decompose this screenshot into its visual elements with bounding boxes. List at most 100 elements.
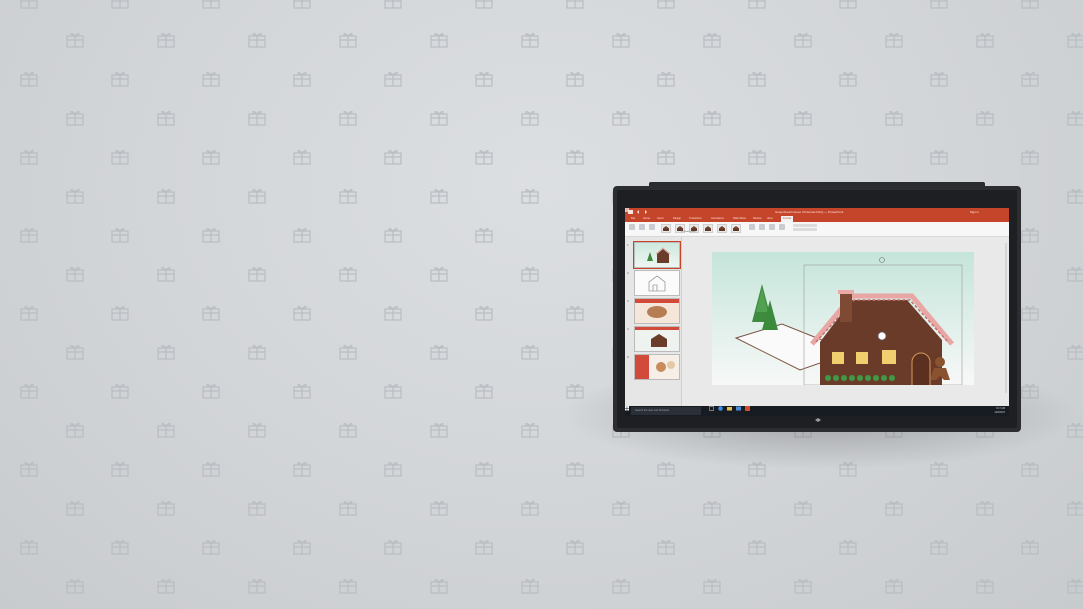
gift-icon (703, 500, 721, 516)
model-view-thumbnail[interactable] (703, 224, 713, 233)
gift-icon (339, 188, 357, 204)
ribbon-button[interactable] (639, 224, 645, 230)
ribbon-button[interactable] (629, 224, 635, 230)
gift-icon (430, 422, 448, 438)
gift-icon (794, 110, 812, 126)
gift-icon (566, 71, 584, 87)
gift-icon (339, 578, 357, 594)
gift-icon (111, 149, 129, 165)
store-icon[interactable] (736, 406, 741, 411)
gift-icon (66, 188, 84, 204)
gift-icon (248, 344, 266, 360)
gift-icon (1067, 500, 1083, 516)
gift-icon (930, 71, 948, 87)
gift-icon (839, 0, 857, 9)
gift-icon (293, 71, 311, 87)
slide-thumbnail[interactable] (634, 354, 680, 380)
gift-icon (475, 71, 493, 87)
powerpoint-taskbar-icon[interactable] (745, 406, 750, 411)
gift-icon (66, 32, 84, 48)
gift-icon (1021, 305, 1039, 321)
gift-icon (157, 578, 175, 594)
gift-icon (157, 32, 175, 48)
slide-canvas[interactable] (682, 237, 1009, 406)
ribbon-field[interactable] (793, 228, 817, 231)
gift-icon (1067, 578, 1083, 594)
gift-icon (885, 578, 903, 594)
gift-icon (430, 188, 448, 204)
redo-icon[interactable] (643, 210, 647, 214)
slide-3-preview (635, 299, 679, 318)
model-view-thumbnail[interactable] (731, 224, 741, 233)
gift-icon (748, 0, 766, 9)
gift-icon (66, 110, 84, 126)
user-account[interactable]: Sign in (970, 208, 979, 216)
gift-icon (20, 71, 38, 87)
gift-icon (566, 539, 584, 555)
gift-icon (202, 305, 220, 321)
task-view-icon[interactable] (709, 406, 714, 411)
ribbon-field[interactable] (793, 224, 817, 227)
ribbon-button[interactable] (759, 224, 765, 230)
ribbon-button[interactable] (779, 224, 785, 230)
gift-icon (293, 305, 311, 321)
gift-icon (794, 578, 812, 594)
gift-icon (521, 188, 539, 204)
gift-icon (703, 110, 721, 126)
gift-icon (1021, 539, 1039, 555)
gift-icon (248, 188, 266, 204)
slide-thumbnail-pane: 1 2 3 4 5 (625, 237, 682, 406)
close-icon[interactable] (625, 208, 629, 212)
gift-icon (248, 32, 266, 48)
gift-icon (657, 71, 675, 87)
gift-icon (1021, 227, 1039, 243)
ribbon-button[interactable] (769, 224, 775, 230)
edge-browser-icon[interactable] (718, 406, 723, 411)
gift-icon (248, 578, 266, 594)
gift-icon (66, 344, 84, 360)
undo-icon[interactable] (637, 210, 641, 214)
gift-icon (384, 227, 402, 243)
slide-thumbnail[interactable] (633, 241, 681, 269)
gift-icon (157, 110, 175, 126)
ribbon: 3D Model Views (625, 222, 1009, 237)
gift-icon (202, 149, 220, 165)
gift-icon (521, 110, 539, 126)
gift-icon (20, 383, 38, 399)
gift-icon (66, 500, 84, 516)
slide-thumbnail[interactable] (634, 270, 680, 296)
ribbon-group-label: 3D Model Views (681, 231, 696, 233)
gift-icon (521, 344, 539, 360)
ribbon-button[interactable] (649, 224, 655, 230)
gift-icon (111, 305, 129, 321)
gift-icon (885, 32, 903, 48)
current-slide[interactable] (712, 252, 974, 385)
slide-thumbnail[interactable] (634, 298, 680, 324)
gift-icon (612, 110, 630, 126)
gift-icon (339, 110, 357, 126)
gift-icon (930, 149, 948, 165)
slide-number: 3 (627, 299, 629, 303)
gift-icon (521, 500, 539, 516)
windows-start-icon[interactable] (625, 406, 629, 411)
gift-icon (339, 422, 357, 438)
vertical-scrollbar[interactable] (1005, 243, 1007, 393)
gift-icon (202, 461, 220, 477)
slide-thumbnail[interactable] (634, 326, 680, 352)
file-explorer-icon[interactable] (727, 406, 732, 411)
taskbar-search-input[interactable]: Search the web and Windows (631, 407, 701, 415)
gift-icon (430, 500, 448, 516)
ribbon-button[interactable] (749, 224, 755, 230)
gift-icon (566, 227, 584, 243)
gift-icon (293, 0, 311, 9)
gift-icon (475, 461, 493, 477)
model-view-thumbnail[interactable] (661, 224, 671, 233)
gift-icon (339, 266, 357, 282)
model-view-thumbnail[interactable] (717, 224, 727, 233)
gift-icon (475, 149, 493, 165)
gift-icon (839, 71, 857, 87)
gift-icon (157, 422, 175, 438)
gift-icon (20, 539, 38, 555)
gift-icon (384, 0, 402, 9)
gift-icon (475, 383, 493, 399)
